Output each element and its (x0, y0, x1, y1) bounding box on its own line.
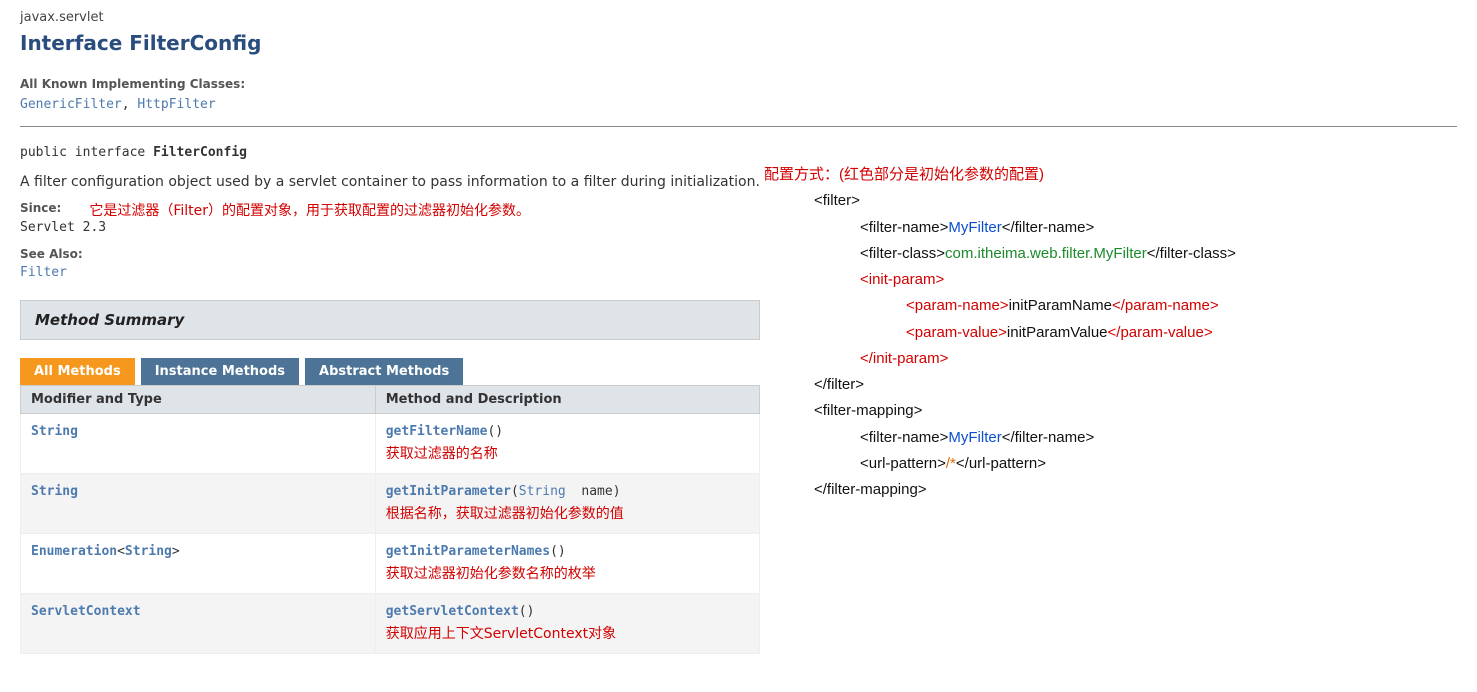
table-row: String getInitParameter(String name) 根据名… (21, 474, 760, 534)
tab-abstract-methods[interactable]: Abstract Methods (305, 358, 463, 385)
col-header-type: Modifier and Type (21, 386, 376, 414)
method-annotation: 根据名称，获取过滤器初始化参数的值 (386, 503, 749, 523)
method-annotation: 获取应用上下文ServletContext对象 (386, 623, 749, 643)
since-row: Since: 它是过滤器（Filter）的配置对象，用于获取配置的过滤器初始化参… (20, 200, 1457, 220)
seealso-link[interactable]: Filter (20, 265, 1457, 280)
return-type[interactable]: Enumeration (31, 544, 117, 559)
method-summary-header: Method Summary (20, 300, 760, 340)
return-type[interactable]: String (125, 544, 172, 559)
package-name: javax.servlet (20, 10, 1457, 25)
interface-title: Interface FilterConfig (20, 31, 1457, 55)
known-implementing-label: All Known Implementing Classes: (20, 77, 1457, 91)
since-value: Servlet 2.3 (20, 220, 1457, 235)
annotation-intro: 它是过滤器（Filter）的配置对象，用于获取配置的过滤器初始化参数。 (89, 200, 530, 220)
table-row: Enumeration<String> getInitParameterName… (21, 534, 760, 594)
known-class-link[interactable]: HttpFilter (137, 97, 215, 112)
return-type[interactable]: String (31, 424, 78, 439)
method-annotation: 获取过滤器的名称 (386, 443, 749, 463)
return-type[interactable]: String (31, 484, 78, 499)
interface-description: A filter configuration object used by a … (20, 174, 1457, 190)
param-type-link[interactable]: String (519, 484, 566, 499)
known-implementing-list: GenericFilter, HttpFilter (20, 97, 1457, 112)
since-label: Since: (20, 201, 61, 215)
col-header-method: Method and Description (375, 386, 759, 414)
method-link[interactable]: getFilterName (386, 424, 488, 439)
tab-instance-methods[interactable]: Instance Methods (141, 358, 299, 385)
table-row: ServletContext getServletContext() 获取应用上… (21, 594, 760, 654)
known-class-link[interactable]: GenericFilter (20, 97, 122, 112)
method-link[interactable]: getInitParameterNames (386, 544, 550, 559)
config-xml-annotation: 配置方式：(红色部分是初始化参数的配置) <filter> <filter-na… (764, 162, 1236, 503)
config-title: 配置方式：(红色部分是初始化参数的配置) (764, 162, 1236, 188)
method-link[interactable]: getInitParameter (386, 484, 511, 499)
section-divider (20, 126, 1457, 127)
method-table: Modifier and Type Method and Description… (20, 385, 760, 654)
interface-signature: public interface FilterConfig (20, 145, 1457, 160)
method-summary: Method Summary All Methods Instance Meth… (20, 300, 760, 654)
method-tabs: All Methods Instance Methods Abstract Me… (20, 358, 760, 385)
table-row: String getFilterName() 获取过滤器的名称 (21, 414, 760, 474)
method-link[interactable]: getServletContext (386, 604, 519, 619)
return-type[interactable]: ServletContext (31, 604, 141, 619)
javadoc-page: javax.servlet Interface FilterConfig All… (0, 0, 1477, 674)
tab-all-methods[interactable]: All Methods (20, 358, 135, 385)
method-annotation: 获取过滤器初始化参数名称的枚举 (386, 563, 749, 583)
